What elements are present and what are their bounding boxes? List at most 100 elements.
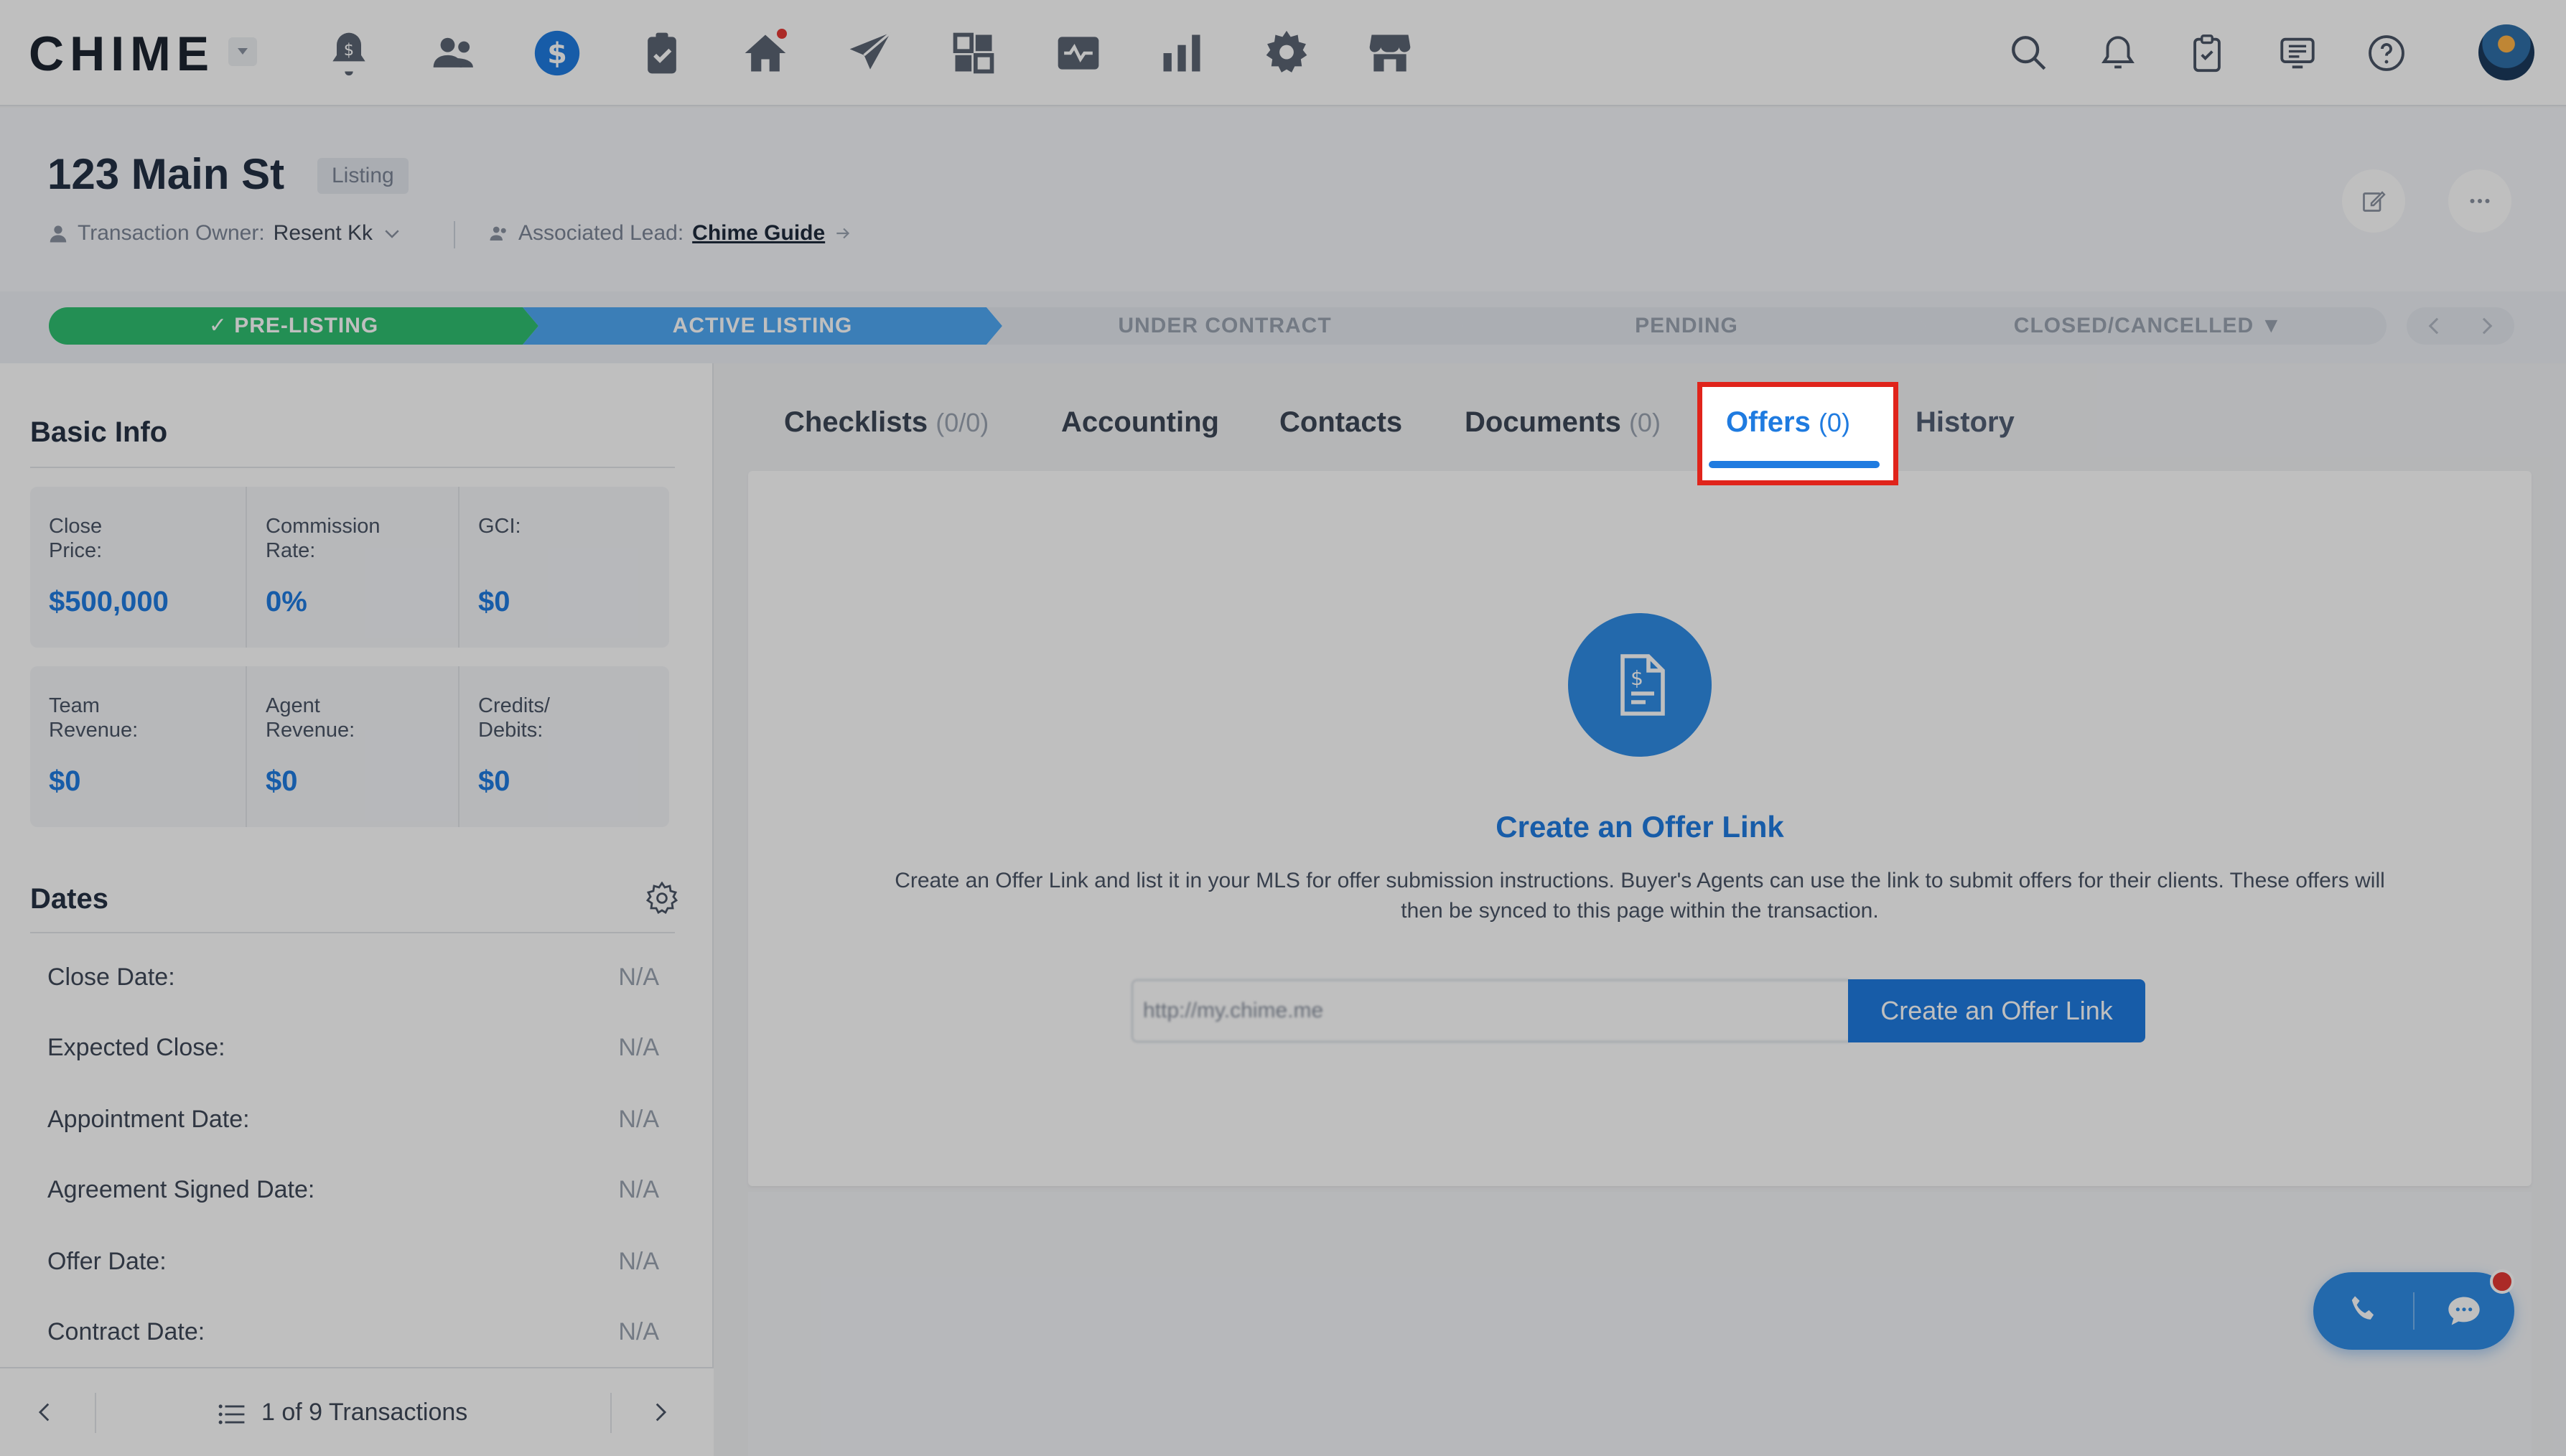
tab-label: Documents bbox=[1465, 406, 1621, 438]
section-divider bbox=[30, 467, 675, 468]
basic-info-title: Basic Info bbox=[30, 416, 168, 448]
gear-icon[interactable] bbox=[1259, 26, 1314, 80]
people-icon[interactable] bbox=[426, 26, 481, 80]
call-button[interactable] bbox=[2313, 1272, 2414, 1350]
stage-label: CLOSED/CANCELLED bbox=[2013, 314, 2254, 337]
date-row-close[interactable]: Close Date: N/A bbox=[47, 963, 659, 1007]
dates-settings-button[interactable] bbox=[645, 881, 679, 916]
chat-screen-icon[interactable] bbox=[2273, 29, 2322, 78]
tab-label: Contacts bbox=[1279, 406, 1403, 438]
chevron-left-icon[interactable] bbox=[2428, 317, 2445, 335]
associated-lead: Associated Lead: Chime Guide bbox=[488, 221, 852, 246]
edit-button[interactable] bbox=[2342, 169, 2405, 233]
phone-icon bbox=[2351, 1296, 2374, 1320]
marketplace-icon[interactable] bbox=[1363, 26, 1417, 80]
tab-accounting[interactable]: Accounting bbox=[1061, 406, 1219, 439]
date-row-agreement-signed[interactable]: Agreement Signed Date: N/A bbox=[47, 1176, 659, 1219]
offer-link-description: Create an Offer Link and list it in your… bbox=[895, 869, 2385, 923]
stage-scroll-controls bbox=[2407, 307, 2514, 345]
offer-url-input[interactable] bbox=[1132, 979, 1849, 1042]
owner-value[interactable]: Resent Kk bbox=[274, 221, 373, 246]
tab-label: Checklists bbox=[784, 406, 928, 438]
bar-chart-icon[interactable] bbox=[1154, 26, 1209, 80]
chime-logo[interactable]: CHIME bbox=[29, 26, 215, 82]
financial-card-2: Team Revenue: $0 Agent Revenue: $0 Credi… bbox=[30, 666, 669, 827]
lead-link[interactable]: Chime Guide bbox=[692, 221, 825, 246]
user-avatar[interactable] bbox=[2478, 24, 2534, 80]
offer-document-icon: $ bbox=[1568, 613, 1712, 757]
clipboard-check-icon[interactable] bbox=[635, 26, 689, 80]
dollar-icon[interactable]: $ bbox=[530, 26, 584, 80]
page-title: 123 Main St bbox=[47, 150, 285, 198]
dashboard-grid-icon[interactable] bbox=[946, 26, 1001, 80]
clipboard-icon[interactable] bbox=[2183, 29, 2231, 78]
tab-documents[interactable]: Documents (0) bbox=[1465, 406, 1661, 439]
stage-closed-cancelled[interactable]: CLOSED/CANCELLED ▼ bbox=[1910, 307, 2387, 345]
cell-value: $0 bbox=[478, 586, 510, 617]
tab-history[interactable]: History bbox=[1916, 406, 2015, 439]
date-value: N/A bbox=[618, 1248, 659, 1275]
tab-count: (0/0) bbox=[936, 408, 989, 437]
list-icon bbox=[218, 1404, 245, 1424]
transaction-owner[interactable]: Transaction Owner: Resent Kk bbox=[47, 221, 403, 246]
cell-label: Agent Revenue: bbox=[266, 694, 355, 742]
bell-icon[interactable] bbox=[2094, 29, 2142, 78]
date-row-offer[interactable]: Offer Date: N/A bbox=[47, 1248, 659, 1291]
date-row-contract[interactable]: Contract Date: N/A bbox=[47, 1318, 659, 1361]
help-icon[interactable] bbox=[2362, 29, 2411, 78]
date-label: Offer Date: bbox=[47, 1248, 167, 1275]
alerts-dollar-icon[interactable]: $ bbox=[322, 26, 376, 80]
cell-value: $0 bbox=[266, 765, 298, 797]
chevron-right-icon[interactable] bbox=[648, 1400, 672, 1424]
svg-text:$: $ bbox=[547, 37, 567, 70]
tab-checklists[interactable]: Checklists (0/0) bbox=[784, 406, 989, 439]
more-dots-icon bbox=[2470, 199, 2490, 203]
chat-bubble-icon bbox=[2448, 1297, 2480, 1325]
caret-down-icon[interactable]: ▼ bbox=[2260, 314, 2282, 337]
person-icon bbox=[50, 225, 67, 243]
stage-active-listing[interactable]: ACTIVE LISTING bbox=[523, 307, 1002, 345]
offer-link-title: Create an Offer Link bbox=[1496, 810, 1784, 844]
chevron-left-icon[interactable] bbox=[33, 1400, 57, 1424]
gear-icon bbox=[645, 881, 678, 914]
date-row-expected-close[interactable]: Expected Close: N/A bbox=[47, 1034, 659, 1077]
people-icon bbox=[490, 226, 506, 241]
notification-dot bbox=[777, 29, 787, 39]
stage-pending[interactable]: PENDING bbox=[1447, 307, 1926, 345]
date-row-appointment[interactable]: Appointment Date: N/A bbox=[47, 1106, 659, 1149]
date-value: N/A bbox=[618, 1034, 659, 1061]
gci-cell: GCI: $0 bbox=[458, 487, 669, 648]
stage-pre-listing[interactable]: ✓ PRE-LISTING bbox=[49, 307, 538, 345]
dates-title: Dates bbox=[30, 883, 108, 915]
credits-debits-cell: Credits/ Debits: $0 bbox=[458, 666, 669, 827]
cell-label: Credits/ Debits: bbox=[478, 694, 550, 742]
search-icon[interactable] bbox=[2005, 29, 2053, 78]
meta-divider bbox=[454, 221, 455, 248]
date-label: Expected Close: bbox=[47, 1034, 225, 1061]
cell-value: $500,000 bbox=[49, 586, 169, 617]
arrow-right-icon[interactable] bbox=[834, 224, 852, 243]
home-icon[interactable] bbox=[738, 26, 793, 80]
date-value: N/A bbox=[618, 963, 659, 991]
cell-label: GCI: bbox=[478, 515, 521, 538]
commission-rate-cell: Commission Rate: 0% bbox=[246, 487, 458, 648]
lead-label: Associated Lead: bbox=[518, 221, 684, 245]
cell-label: Close Price: bbox=[49, 515, 103, 562]
create-offer-link-button[interactable]: Create an Offer Link bbox=[1848, 979, 2145, 1042]
activity-icon[interactable] bbox=[1051, 26, 1106, 80]
unread-indicator bbox=[2490, 1269, 2514, 1294]
chevron-right-icon[interactable] bbox=[2476, 317, 2493, 335]
svg-text:$: $ bbox=[1630, 666, 1643, 690]
date-value: N/A bbox=[618, 1106, 659, 1133]
send-icon[interactable] bbox=[843, 26, 897, 80]
logo-dropdown-caret[interactable] bbox=[228, 37, 257, 66]
more-options-button[interactable] bbox=[2448, 169, 2511, 233]
team-revenue-cell: Team Revenue: $0 bbox=[30, 666, 246, 827]
stage-under-contract[interactable]: UNDER CONTRACT bbox=[986, 307, 1463, 345]
cell-value: $0 bbox=[478, 765, 510, 797]
close-price-cell: Close Price: $500,000 bbox=[30, 487, 246, 648]
tab-contacts[interactable]: Contacts bbox=[1279, 406, 1402, 439]
pager-divider bbox=[610, 1393, 612, 1433]
chevron-down-icon[interactable] bbox=[381, 223, 403, 244]
stage-label: PRE-LISTING bbox=[234, 314, 379, 337]
